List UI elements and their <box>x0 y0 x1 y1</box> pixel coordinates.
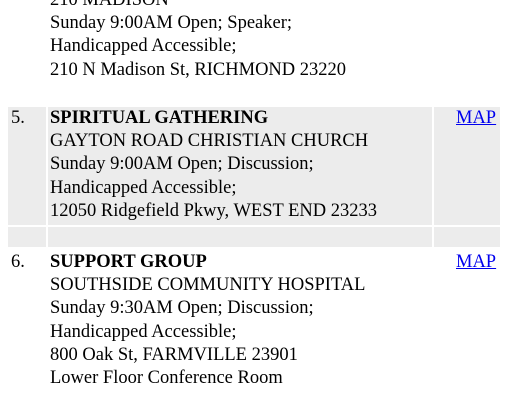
meeting-row: 5. SPIRITUAL GATHERING GAYTON ROAD CHRIS… <box>8 107 500 225</box>
meeting-location-name: GAYTON ROAD CHRISTIAN CHURCH <box>50 131 369 152</box>
meeting-number-cell <box>8 0 46 85</box>
meeting-details-cell: SUPPORT GROUP SOUTHSIDE COMMUNITY HOSPIT… <box>48 251 432 396</box>
separator-cell <box>48 227 432 247</box>
separator-cell <box>8 227 46 247</box>
meeting-location-name: SOUTHSIDE COMMUNITY HOSPITAL <box>50 275 366 296</box>
meeting-schedule: Sunday 9:00AM Open; Discussion; <box>50 154 314 175</box>
meeting-schedule: Sunday 9:30AM Open; Discussion; <box>50 298 314 319</box>
meeting-row: 210 MADISON Sunday 9:00AM Open; Speaker;… <box>8 0 500 85</box>
meeting-number: 6. <box>11 252 25 272</box>
meeting-title: SUPPORT GROUP <box>50 252 207 272</box>
meeting-accessibility: Handicapped Accessible; <box>50 177 237 198</box>
meeting-details-cell: 210 MADISON Sunday 9:00AM Open; Speaker;… <box>48 0 432 85</box>
meeting-schedule: Sunday 9:00AM Open; Speaker; <box>50 13 293 34</box>
meeting-accessibility: Handicapped Accessible; <box>50 36 237 57</box>
meeting-address: 210 N Madison St, RICHMOND 23220 <box>50 59 347 80</box>
map-link[interactable]: MAP <box>456 107 496 130</box>
meeting-list: 210 MADISON Sunday 9:00AM Open; Speaker;… <box>0 0 509 400</box>
meeting-details-cell: SPIRITUAL GATHERING GAYTON ROAD CHRISTIA… <box>48 107 432 225</box>
meeting-group-name: 210 MADISON <box>50 0 169 10</box>
map-cell: MAP <box>434 251 500 396</box>
map-cell: MAP <box>434 107 500 225</box>
map-link[interactable]: MAP <box>456 251 496 274</box>
map-cell <box>434 0 500 85</box>
row-separator <box>8 227 500 247</box>
meeting-number-cell: 5. <box>8 107 46 225</box>
separator-cell <box>434 227 500 247</box>
meeting-row: 6. SUPPORT GROUP SOUTHSIDE COMMUNITY HOS… <box>8 251 500 396</box>
meeting-title: SPIRITUAL GATHERING <box>50 108 269 128</box>
meeting-address: 800 Oak St, FARMVILLE 23901 <box>50 344 298 365</box>
meeting-accessibility: Handicapped Accessible; <box>50 321 237 342</box>
meeting-address: 12050 Ridgefield Pkwy, WEST END 23233 <box>50 200 377 221</box>
meeting-number-cell: 6. <box>8 251 46 396</box>
meeting-number: 5. <box>11 108 25 128</box>
meeting-room-note: Lower Floor Conference Room <box>50 368 283 389</box>
